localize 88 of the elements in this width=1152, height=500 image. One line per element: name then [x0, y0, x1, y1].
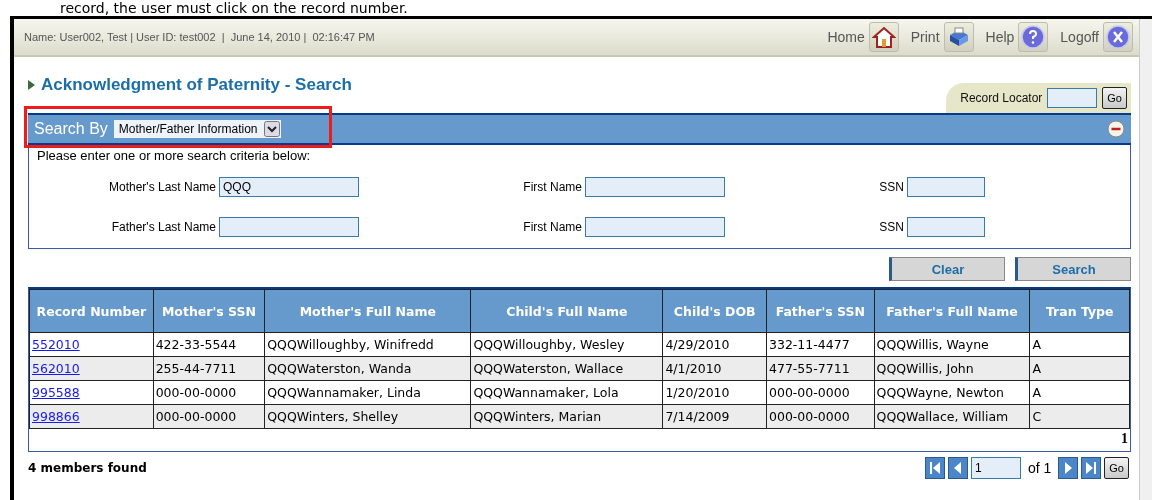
table-cell: 7/14/2009	[662, 404, 767, 429]
input-field[interactable]	[219, 217, 359, 237]
column-header: Child's DOB	[662, 289, 767, 333]
table-cell: QQQWayne, Newton	[874, 380, 1030, 405]
search-by-dropdown[interactable]: Mother/Father Information	[113, 120, 281, 138]
page-count: of 1	[1027, 460, 1052, 476]
table-cell: QQQWilloughby, Wesley	[470, 332, 663, 357]
field-label: First Name	[523, 180, 582, 194]
go-button[interactable]: Go	[1102, 87, 1127, 109]
result-count: 4 members found	[28, 461, 147, 475]
nav-link[interactable]: Logoff	[1060, 29, 1099, 45]
record-link[interactable]: 552010	[32, 337, 80, 352]
chevron-down-icon	[263, 121, 280, 137]
record-link[interactable]: 995588	[32, 385, 80, 400]
instruction-text: Please enter one or more search criteria below:	[37, 148, 312, 163]
table-cell: QQQWallace, William	[874, 404, 1030, 429]
field-label: Father's Last Name	[111, 220, 216, 234]
table-cell: 477-55-7711	[766, 356, 875, 381]
column-header: Mother's SSN	[153, 289, 265, 333]
table-cell: QQQWillis, John	[874, 356, 1030, 381]
caption-text: record, the user must click on the record number.	[59, 0, 409, 16]
record-locator-label: Record Locator	[960, 91, 1043, 105]
record-link[interactable]: 998866	[32, 409, 80, 424]
table-cell: QQQWannamaker, Lola	[470, 380, 663, 405]
table-cell: 000-00-0000	[153, 404, 265, 429]
input-field[interactable]: QQQ	[219, 177, 359, 197]
table-cell: A	[1029, 380, 1130, 405]
field-label: First Name	[523, 220, 582, 234]
home-button[interactable]	[868, 22, 899, 52]
field-label: SSN	[879, 220, 904, 234]
table-cell: 1/20/2010	[662, 380, 767, 405]
table-cell: 000-00-0000	[766, 404, 875, 429]
table-cell: 422-33-5544	[153, 332, 265, 357]
first-page-icon	[928, 461, 941, 475]
house-icon	[871, 25, 896, 49]
column-header: Mother's Full Name	[264, 289, 471, 333]
column-header: Tran Type	[1029, 289, 1130, 333]
table-cell: 332-11-4477	[766, 332, 875, 357]
table-cell: A	[1029, 356, 1130, 381]
column-header: Record Number	[29, 289, 154, 333]
first-page-button[interactable]	[924, 457, 945, 479]
print-button[interactable]	[943, 22, 974, 52]
table-cell: QQQWaterston, Wallace	[470, 356, 663, 381]
last-page-button[interactable]	[1081, 457, 1102, 479]
table-cell: 4/1/2010	[662, 356, 767, 381]
page-field[interactable]: 1	[970, 457, 1021, 479]
table-cell: QQQWaterston, Wanda	[264, 356, 471, 381]
input-field[interactable]	[907, 217, 985, 237]
table-cell: 4/29/2010	[662, 332, 767, 357]
table-cell: QQQWannamaker, Linda	[264, 380, 471, 405]
table-cell: QQQWilloughby, Winifredd	[264, 332, 471, 357]
collapse-icon[interactable]	[1107, 120, 1125, 138]
table-cell: 255-44-7711	[153, 356, 265, 381]
search-by-label: Search By	[34, 120, 108, 138]
table-cell: C	[1029, 404, 1130, 429]
field-label: SSN	[879, 180, 904, 194]
next-page-button[interactable]	[1058, 457, 1079, 479]
table-cell: 000-00-0000	[153, 380, 265, 405]
table-cell: QQQWillis, Wayne	[874, 332, 1030, 357]
record-locator-field[interactable]	[1047, 88, 1098, 108]
table-cell: QQQWinters, Marian	[470, 404, 663, 429]
nav-link[interactable]: Help	[985, 29, 1015, 45]
column-header: Child's Full Name	[470, 289, 663, 333]
page-number: 1	[1121, 431, 1128, 446]
previous-page-button[interactable]	[947, 457, 968, 479]
help-button[interactable]	[1018, 22, 1049, 52]
triangle-icon	[28, 80, 35, 90]
logoff-button[interactable]	[1103, 22, 1133, 52]
nav-link[interactable]: Home	[827, 29, 865, 45]
nav-link[interactable]: Print	[910, 29, 940, 45]
column-header: Father's SSN	[766, 289, 875, 333]
table-cell: A	[1029, 332, 1130, 357]
action-button[interactable]: Clear	[889, 257, 1005, 281]
table-cell: 000-00-0000	[766, 380, 875, 405]
table-cell: QQQWinters, Shelley	[264, 404, 471, 429]
help-icon	[1021, 25, 1046, 49]
column-header: Father's Full Name	[874, 289, 1030, 333]
input-field[interactable]	[585, 217, 725, 237]
input-field[interactable]	[585, 177, 725, 197]
user-info: Name: User002, Test | User ID: test002 | June 14, 2010 | 02:16:47 PM	[24, 31, 375, 43]
input-field[interactable]	[907, 177, 985, 197]
page-title: Acknowledgment of Paternity - Search	[41, 75, 352, 95]
go-button[interactable]: Go	[1104, 457, 1129, 479]
action-button[interactable]: Search	[1015, 257, 1131, 281]
field-label: Mother's Last Name	[109, 180, 216, 194]
last-page-icon	[1085, 461, 1098, 475]
record-link[interactable]: 562010	[32, 361, 80, 376]
close-icon	[1106, 25, 1130, 49]
